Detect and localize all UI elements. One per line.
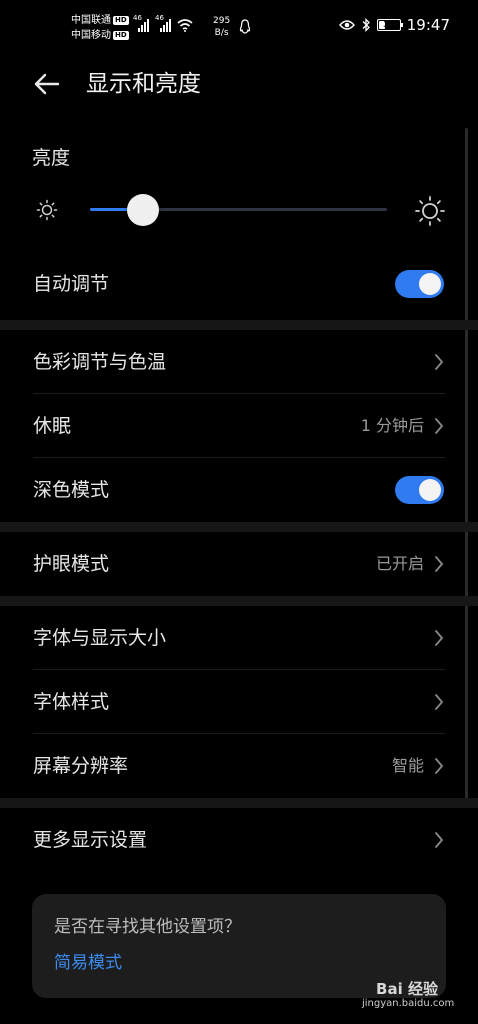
chevron-right-icon — [435, 354, 444, 370]
clock: 19:47 — [406, 16, 450, 34]
sun-small-icon — [36, 199, 58, 221]
section-divider — [0, 798, 478, 808]
dark-mode-toggle[interactable] — [395, 476, 444, 504]
eye-comfort-label: 护眼模式 — [33, 553, 110, 575]
font-style-row[interactable]: 字体样式 — [0, 670, 478, 734]
watermark-domain: jingyan.baidu.com — [362, 998, 455, 1009]
font-size-label: 字体与显示大小 — [33, 627, 167, 649]
chevron-right-icon — [435, 418, 444, 434]
eye-icon — [338, 20, 355, 30]
back-arrow-icon[interactable] — [30, 68, 62, 100]
dark-mode-row[interactable]: 深色模式 — [0, 458, 478, 522]
section-divider — [0, 320, 478, 330]
more-display-row[interactable]: 更多显示设置 — [0, 808, 478, 872]
brightness-slider-thumb[interactable] — [127, 194, 160, 226]
carrier-1: 中国联通 — [71, 15, 111, 26]
section-divider — [0, 596, 478, 606]
net-speed: 295 B/s — [213, 16, 231, 38]
signal-icon: 46 — [133, 14, 149, 32]
carrier-info: 中国联通 HD 中国移动 HD — [71, 13, 129, 43]
auto-adjust-row[interactable]: 自动调节 — [0, 252, 478, 316]
auto-adjust-toggle[interactable] — [395, 270, 444, 298]
battery-icon: 39 — [376, 19, 403, 31]
signal-icon: 46 — [155, 14, 171, 32]
qq-icon — [239, 19, 251, 34]
baidu-watermark: Bai 经验 jingyan.baidu.com — [362, 980, 455, 1010]
status-bar: 中国联通 HD 中国移动 HD 46 46 295 B/s 39 19:47 — [0, 0, 478, 56]
brightness-slider[interactable] — [90, 194, 387, 226]
color-temp-row[interactable]: 色彩调节与色温 — [0, 330, 478, 394]
watermark-brand: Bai 经验 — [376, 980, 438, 998]
page-header: 显示和亮度 — [0, 58, 478, 110]
font-size-row[interactable]: 字体与显示大小 — [0, 606, 478, 670]
dark-mode-label: 深色模式 — [33, 479, 110, 501]
brightness-label: 亮度 — [32, 147, 71, 169]
font-style-label: 字体样式 — [33, 691, 110, 713]
chevron-right-icon — [435, 832, 444, 848]
chevron-right-icon — [435, 630, 444, 646]
bluetooth-icon — [362, 18, 370, 32]
auto-adjust-label: 自动调节 — [33, 273, 110, 295]
signal-group: 46 46 — [133, 14, 193, 32]
chevron-right-icon — [435, 694, 444, 710]
resolution-label: 屏幕分辨率 — [33, 755, 129, 777]
sleep-value: 1 分钟后 — [360, 416, 424, 435]
toggle-knob — [419, 479, 441, 501]
carrier-2: 中国移动 — [71, 30, 111, 41]
page-title: 显示和亮度 — [86, 71, 201, 97]
chevron-right-icon — [435, 556, 444, 572]
eye-comfort-row[interactable]: 护眼模式 已开启 — [0, 532, 478, 596]
wifi-icon — [177, 19, 193, 32]
sun-large-icon — [415, 196, 445, 226]
right-status-group: 39 19:47 — [338, 16, 450, 34]
sleep-row[interactable]: 休眠 1 分钟后 — [0, 394, 478, 458]
resolution-row[interactable]: 屏幕分辨率 智能 — [0, 734, 478, 798]
simple-mode-link[interactable]: 简易模式 — [54, 950, 122, 976]
suggestion-question: 是否在寻找其他设置项？ — [54, 917, 241, 937]
eye-comfort-value: 已开启 — [375, 554, 424, 573]
more-display-label: 更多显示设置 — [33, 829, 148, 851]
color-temp-label: 色彩调节与色温 — [33, 351, 167, 373]
chevron-right-icon — [435, 758, 444, 774]
resolution-value: 智能 — [391, 756, 424, 775]
sleep-label: 休眠 — [33, 415, 72, 437]
toggle-knob — [419, 273, 441, 295]
section-divider — [0, 522, 478, 532]
hd-badge: HD — [113, 31, 129, 40]
hd-badge: HD — [113, 16, 129, 25]
